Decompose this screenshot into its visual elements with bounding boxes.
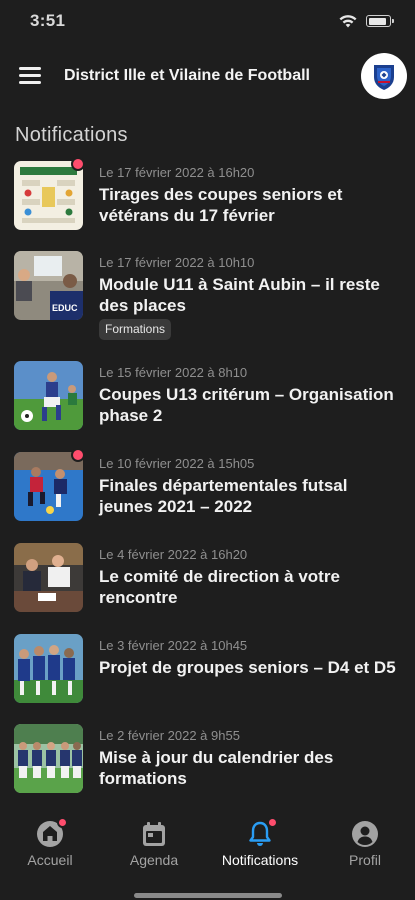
status-bar: 3:51 (0, 0, 415, 44)
profile-icon (352, 821, 378, 847)
notification-date: Le 17 février 2022 à 16h20 (99, 165, 255, 180)
meeting-image (14, 543, 83, 612)
team-huddle-image (14, 634, 83, 703)
notification-date: Le 15 février 2022 à 8h10 (99, 365, 248, 380)
tab-accueil[interactable]: Accueil (0, 817, 100, 868)
tab-agenda[interactable]: Agenda (104, 820, 204, 868)
notification-date: Le 3 février 2022 à 10h45 (99, 638, 248, 653)
status-icons (338, 13, 394, 29)
accueil-badge (57, 817, 68, 828)
tab-label: Profil (349, 852, 381, 868)
draw-chart-image (14, 161, 83, 230)
district-logo-avatar[interactable] (361, 53, 407, 99)
team-photo-image (14, 724, 83, 793)
tab-profil[interactable]: Profil (315, 820, 415, 868)
notification-title: Projet de groupes seniors – D4 et D5 (99, 658, 396, 677)
notification-title: Tirages des coupes seniors et vétérans d… (99, 185, 343, 225)
tab-bar: Accueil Agenda Notifications Profil (0, 812, 415, 900)
notification-title: Le comité de direction à votre rencontre (99, 567, 340, 607)
notification-title: Mise à jour du calendrier des formations (99, 748, 334, 788)
notification-date: Le 4 février 2022 à 16h20 (99, 547, 248, 562)
notification-title: Finales départementales futsal jeunes 20… (99, 476, 348, 516)
app-bar: District Ille et Vilaine de Football (0, 50, 415, 104)
notification-date: Le 17 février 2022 à 10h10 (99, 255, 255, 270)
notifications-badge (267, 817, 278, 828)
page-title: Notifications (15, 124, 128, 146)
svg-text:EDUC: EDUC (52, 303, 78, 313)
unread-badge (71, 157, 85, 171)
tab-label: Notifications (221, 852, 299, 868)
menu-icon[interactable] (19, 67, 43, 87)
calendar-icon (143, 822, 165, 846)
futsal-image (14, 452, 83, 521)
unread-badge (71, 448, 85, 462)
federation-crest-icon (366, 58, 402, 94)
category-tag[interactable]: Formations (99, 319, 172, 340)
battery-icon (366, 15, 394, 27)
home-indicator[interactable] (134, 893, 282, 898)
notification-title: Module U11 à Saint Aubin – il reste des … (99, 275, 380, 315)
tab-label: Agenda (129, 852, 179, 868)
tab-notifications[interactable]: Notifications (210, 817, 310, 868)
youth-football-image (14, 361, 83, 430)
notification-date: Le 2 février 2022 à 9h55 (99, 728, 240, 743)
notification-date: Le 10 février 2022 à 15h05 (99, 456, 255, 471)
tab-label: Accueil (27, 852, 73, 868)
wifi-icon (339, 15, 357, 28)
battery-level (368, 17, 386, 25)
classroom-image: EDUC (14, 251, 83, 320)
notification-title: Coupes U13 critérum – Organisation phase… (99, 385, 394, 425)
status-time: 3:51 (30, 11, 66, 30)
app-title: District Ille et Vilaine de Football (64, 67, 310, 84)
